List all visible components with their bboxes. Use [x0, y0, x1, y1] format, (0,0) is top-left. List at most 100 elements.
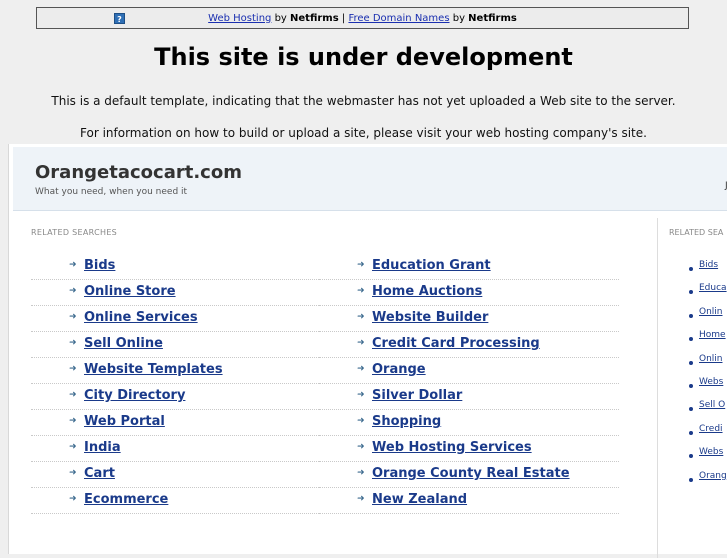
arrow-right-icon: ➜ — [357, 286, 365, 296]
related-search-link[interactable]: India — [84, 440, 121, 455]
related-search-link[interactable]: Orange County Real Estate — [372, 466, 570, 481]
sidebar-related-searches-title: RELATED SEA — [669, 228, 724, 237]
related-search-link[interactable]: Shopping — [372, 414, 441, 429]
question-icon[interactable]: ? — [114, 13, 125, 24]
related-search-link[interactable]: Education Grant — [372, 258, 491, 273]
bullet-icon — [689, 360, 693, 365]
bullet-icon — [689, 407, 693, 412]
arrow-right-icon: ➜ — [357, 312, 365, 322]
by-text-2: by — [452, 13, 465, 24]
sidebar-search-item: Educa — [689, 283, 727, 306]
bullet-icon — [689, 290, 693, 295]
arrow-right-icon: ➜ — [69, 390, 77, 400]
bullet-icon — [689, 383, 693, 388]
sidebar-search-item: Webs — [689, 377, 727, 400]
related-search-item: ➜ India — [31, 436, 331, 462]
related-search-link[interactable]: New Zealand — [372, 492, 467, 507]
arrow-right-icon: ➜ — [69, 468, 77, 478]
sidebar-search-item: Webs — [689, 447, 727, 470]
hosting-info-notice: For information on how to build or uploa… — [80, 126, 647, 140]
related-search-item: ➜ Web Hosting Services — [319, 436, 619, 462]
related-search-link[interactable]: Home Auctions — [372, 284, 482, 299]
related-search-link[interactable]: Online Services — [84, 310, 198, 325]
web-hosting-link[interactable]: Web Hosting — [208, 13, 271, 24]
bullet-icon — [689, 337, 693, 342]
domain-name: Orangetacocart.com — [35, 162, 242, 183]
frame-header: Orangetacocart.com What you need, when y… — [13, 147, 727, 211]
sidebar-search-item: Bids — [689, 260, 727, 283]
arrow-right-icon: ➜ — [69, 494, 77, 504]
related-search-link[interactable]: City Directory — [84, 388, 185, 403]
sidebar-search-link[interactable]: Webs — [699, 377, 723, 387]
related-search-item: ➜ Website Templates — [31, 358, 331, 384]
arrow-right-icon: ➜ — [357, 390, 365, 400]
related-search-link[interactable]: Web Portal — [84, 414, 165, 429]
bullet-icon — [689, 267, 693, 271]
related-searches-title: RELATED SEARCHES — [31, 228, 118, 237]
arrow-right-icon: ➜ — [69, 416, 77, 426]
arrow-right-icon: ➜ — [357, 442, 365, 452]
sidebar-search-link[interactable]: Educa — [699, 283, 727, 293]
bullet-icon — [689, 454, 693, 459]
arrow-right-icon: ➜ — [69, 312, 77, 322]
arrow-right-icon: ➜ — [69, 260, 77, 270]
related-search-item: ➜ Orange — [319, 358, 619, 384]
related-search-link[interactable]: Silver Dollar — [372, 388, 462, 403]
related-search-link[interactable]: Website Builder — [372, 310, 488, 325]
related-search-link[interactable]: Web Hosting Services — [372, 440, 532, 455]
sidebar-divider — [657, 218, 658, 558]
sidebar-search-link[interactable]: Onlin — [699, 307, 723, 317]
related-search-item: ➜ New Zealand — [319, 488, 619, 514]
related-search-item: ➜ City Directory — [31, 384, 331, 410]
sidebar-search-link[interactable]: Home — [699, 330, 726, 340]
by-text-1: by — [274, 13, 287, 24]
related-search-link[interactable]: Credit Card Processing — [372, 336, 540, 351]
related-searches-left: ➜ Bids ➜ Online Store ➜ Online Services ➜ Se… — [31, 254, 331, 514]
sidebar-search-link[interactable]: Onlin — [699, 354, 723, 364]
arrow-right-icon: ➜ — [69, 364, 77, 374]
sidebar-search-link[interactable]: Bids — [699, 260, 718, 270]
sidebar-search-item: Orang — [689, 471, 727, 494]
sidebar-search-link[interactable]: Credi — [699, 424, 723, 434]
related-search-item: ➜ Sell Online — [31, 332, 331, 358]
sidebar-search-item: Sell O — [689, 400, 727, 423]
related-search-item: ➜ Website Builder — [319, 306, 619, 332]
related-search-link[interactable]: Orange — [372, 362, 426, 377]
arrow-right-icon: ➜ — [69, 286, 77, 296]
related-search-link[interactable]: Cart — [84, 466, 115, 481]
related-search-item: ➜ Cart — [31, 462, 331, 488]
related-search-link[interactable]: Ecommerce — [84, 492, 168, 507]
sidebar-related-searches: Bids Educa Onlin Home Onlin Webs Sell O … — [689, 260, 727, 494]
arrow-right-icon: ➜ — [357, 338, 365, 348]
default-template-notice: This is a default template, indicating t… — [51, 94, 676, 108]
netfirms-brand-2: Netfirms — [468, 13, 517, 24]
sidebar-search-link[interactable]: Sell O — [699, 400, 725, 410]
sidebar-search-item: Home — [689, 330, 727, 353]
bullet-icon — [689, 477, 693, 482]
arrow-right-icon: ➜ — [357, 416, 365, 426]
related-search-item: ➜ Shopping — [319, 410, 619, 436]
related-search-link[interactable]: Website Templates — [84, 362, 223, 377]
separator: | — [341, 13, 346, 24]
page-title: This site is under development — [154, 43, 573, 71]
related-searches-right: ➜ Education Grant ➜ Home Auctions ➜ Website… — [319, 254, 619, 514]
sidebar-search-link[interactable]: Orang — [699, 471, 727, 481]
sidebar-search-item: Onlin — [689, 307, 727, 330]
sidebar-search-link[interactable]: Webs — [699, 447, 723, 457]
sidebar-search-item: Onlin — [689, 354, 727, 377]
arrow-right-icon: ➜ — [69, 338, 77, 348]
related-search-item: ➜ Online Services — [31, 306, 331, 332]
related-search-link[interactable]: Bids — [84, 258, 115, 273]
related-search-item: ➜ Bids — [31, 254, 331, 280]
free-domain-names-link[interactable]: Free Domain Names — [348, 13, 449, 24]
related-search-item: ➜ Ecommerce — [31, 488, 331, 514]
related-search-item: ➜ Web Portal — [31, 410, 331, 436]
related-search-item: ➜ Orange County Real Estate — [319, 462, 619, 488]
related-search-item: ➜ Online Store — [31, 280, 331, 306]
related-search-link[interactable]: Online Store — [84, 284, 176, 299]
related-search-link[interactable]: Sell Online — [84, 336, 163, 351]
parked-domain-frame: Orangetacocart.com What you need, when y… — [8, 144, 727, 558]
arrow-right-icon: ➜ — [357, 260, 365, 270]
bullet-icon — [689, 313, 693, 318]
tagline: What you need, when you need it — [35, 187, 188, 197]
